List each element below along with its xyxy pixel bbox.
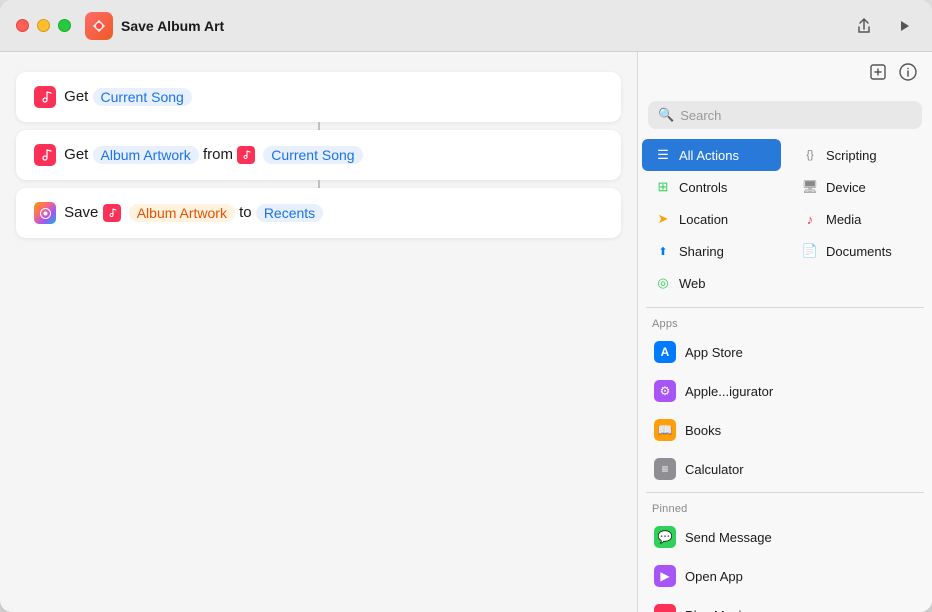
category-all-actions[interactable]: ☰ All Actions: [642, 139, 781, 171]
send-message-icon: 💬: [654, 526, 676, 548]
list-item-send-message[interactable]: 💬 Send Message: [642, 518, 928, 556]
from-label: from: [203, 146, 237, 163]
category-label: Sharing: [679, 244, 724, 259]
location-icon: ➤: [654, 210, 672, 228]
search-icon: 🔍: [658, 107, 674, 123]
category-location[interactable]: ➤ Location: [642, 203, 781, 235]
to-label: to: [239, 204, 256, 221]
app-icon: [85, 12, 113, 40]
documents-icon: 📄: [801, 242, 819, 260]
category-label: Documents: [826, 244, 892, 259]
category-sharing[interactable]: ⬆ Sharing: [642, 235, 781, 267]
window-title: Save Album Art: [121, 18, 852, 34]
search-bar[interactable]: 🔍 Search: [648, 101, 922, 129]
sharing-icon: ⬆: [654, 242, 672, 260]
calculator-icon: ≡: [654, 458, 676, 480]
search-placeholder: Search: [680, 108, 721, 123]
all-actions-icon: ☰: [654, 146, 672, 164]
categories-grid: ☰ All Actions {} Scripting ⊞ Controls 🖥 …: [638, 135, 932, 303]
apps-section-label: Apps: [638, 312, 932, 332]
app-store-icon: A: [654, 341, 676, 363]
recents-token[interactable]: Recents: [256, 204, 323, 222]
category-label: Web: [679, 276, 706, 291]
album-artwork-token-2[interactable]: Album Artwork: [129, 204, 235, 222]
list-item-books[interactable]: 📖 Books: [642, 411, 928, 449]
music-icon-inline-2: [103, 204, 121, 222]
gallery-add-icon[interactable]: [868, 62, 888, 87]
apple-igurator-icon: ⚙: [654, 380, 676, 402]
current-song-token-2[interactable]: Current Song: [263, 146, 362, 164]
music-icon-2: [34, 144, 56, 166]
play-music-label: Play Music: [685, 608, 748, 612]
category-label: Media: [826, 212, 861, 227]
music-icon-inline: [237, 146, 255, 164]
category-device[interactable]: 🖥 Device: [789, 171, 928, 203]
action-get-album-artwork[interactable]: Get Album Artwork from Current Song: [16, 130, 621, 180]
apple-igurator-label: Apple...igurator: [685, 384, 773, 399]
category-label: Device: [826, 180, 866, 195]
photos-icon: [34, 202, 56, 224]
minimize-button[interactable]: [37, 19, 50, 32]
category-label: Controls: [679, 180, 727, 195]
album-artwork-token[interactable]: Album Artwork: [93, 146, 199, 164]
share-button[interactable]: [852, 14, 876, 38]
category-label: Location: [679, 212, 728, 227]
music-icon: [34, 86, 56, 108]
web-icon: ◎: [654, 274, 672, 292]
open-app-label: Open App: [685, 569, 743, 584]
category-documents[interactable]: 📄 Documents: [789, 235, 928, 267]
category-controls[interactable]: ⊞ Controls: [642, 171, 781, 203]
actions-scroll[interactable]: Apps A App Store ⚙ Apple...igurator 📖 Bo…: [638, 312, 932, 612]
category-scripting[interactable]: {} Scripting: [789, 139, 928, 171]
category-web[interactable]: ◎ Web: [642, 267, 781, 299]
list-item-app-store[interactable]: A App Store: [642, 333, 928, 371]
books-label: Books: [685, 423, 721, 438]
list-item-open-app[interactable]: ▶ Open App: [642, 557, 928, 595]
action-get-current-song[interactable]: Get Current Song: [16, 72, 621, 122]
close-button[interactable]: [16, 19, 29, 32]
books-icon: 📖: [654, 419, 676, 441]
pinned-section-label: Pinned: [638, 497, 932, 517]
action-verb: Get: [64, 88, 92, 105]
divider: [646, 307, 924, 308]
app-store-label: App Store: [685, 345, 743, 360]
traffic-lights: [16, 19, 71, 32]
content-area: Get Current Song Get Album Artwork from: [0, 52, 932, 612]
panel-top: 🔍 Search ☰ All Actions {} Scripting ⊞: [638, 52, 932, 312]
send-message-label: Send Message: [685, 530, 772, 545]
action-save-album-artwork[interactable]: Save Album Artwork to Recents: [16, 188, 621, 238]
maximize-button[interactable]: [58, 19, 71, 32]
main-window: Save Album Art: [0, 0, 932, 612]
info-icon[interactable]: [898, 62, 918, 87]
current-song-token[interactable]: Current Song: [93, 88, 192, 106]
controls-icon: ⊞: [654, 178, 672, 196]
play-music-icon: ♪: [654, 604, 676, 612]
actions-panel: 🔍 Search ☰ All Actions {} Scripting ⊞: [637, 52, 932, 612]
workflow-canvas[interactable]: Get Current Song Get Album Artwork from: [0, 52, 637, 612]
list-item-play-music[interactable]: ♪ Play Music: [642, 596, 928, 612]
device-icon: 🖥: [801, 178, 819, 196]
action-verb-2: Get: [64, 146, 92, 163]
list-item-apple-igurator[interactable]: ⚙ Apple...igurator: [642, 372, 928, 410]
scripting-icon: {}: [801, 146, 819, 164]
run-button[interactable]: [892, 14, 916, 38]
titlebar-actions: [852, 14, 916, 38]
open-app-icon: ▶: [654, 565, 676, 587]
calculator-label: Calculator: [685, 462, 744, 477]
category-label: Scripting: [826, 148, 877, 163]
category-media[interactable]: ♪ Media: [789, 203, 928, 235]
category-label: All Actions: [679, 148, 739, 163]
divider-2: [646, 492, 924, 493]
media-icon: ♪: [801, 210, 819, 228]
panel-top-icons: [638, 52, 932, 91]
titlebar: Save Album Art: [0, 0, 932, 52]
list-item-calculator[interactable]: ≡ Calculator: [642, 450, 928, 488]
action-verb-3: Save: [64, 204, 102, 221]
